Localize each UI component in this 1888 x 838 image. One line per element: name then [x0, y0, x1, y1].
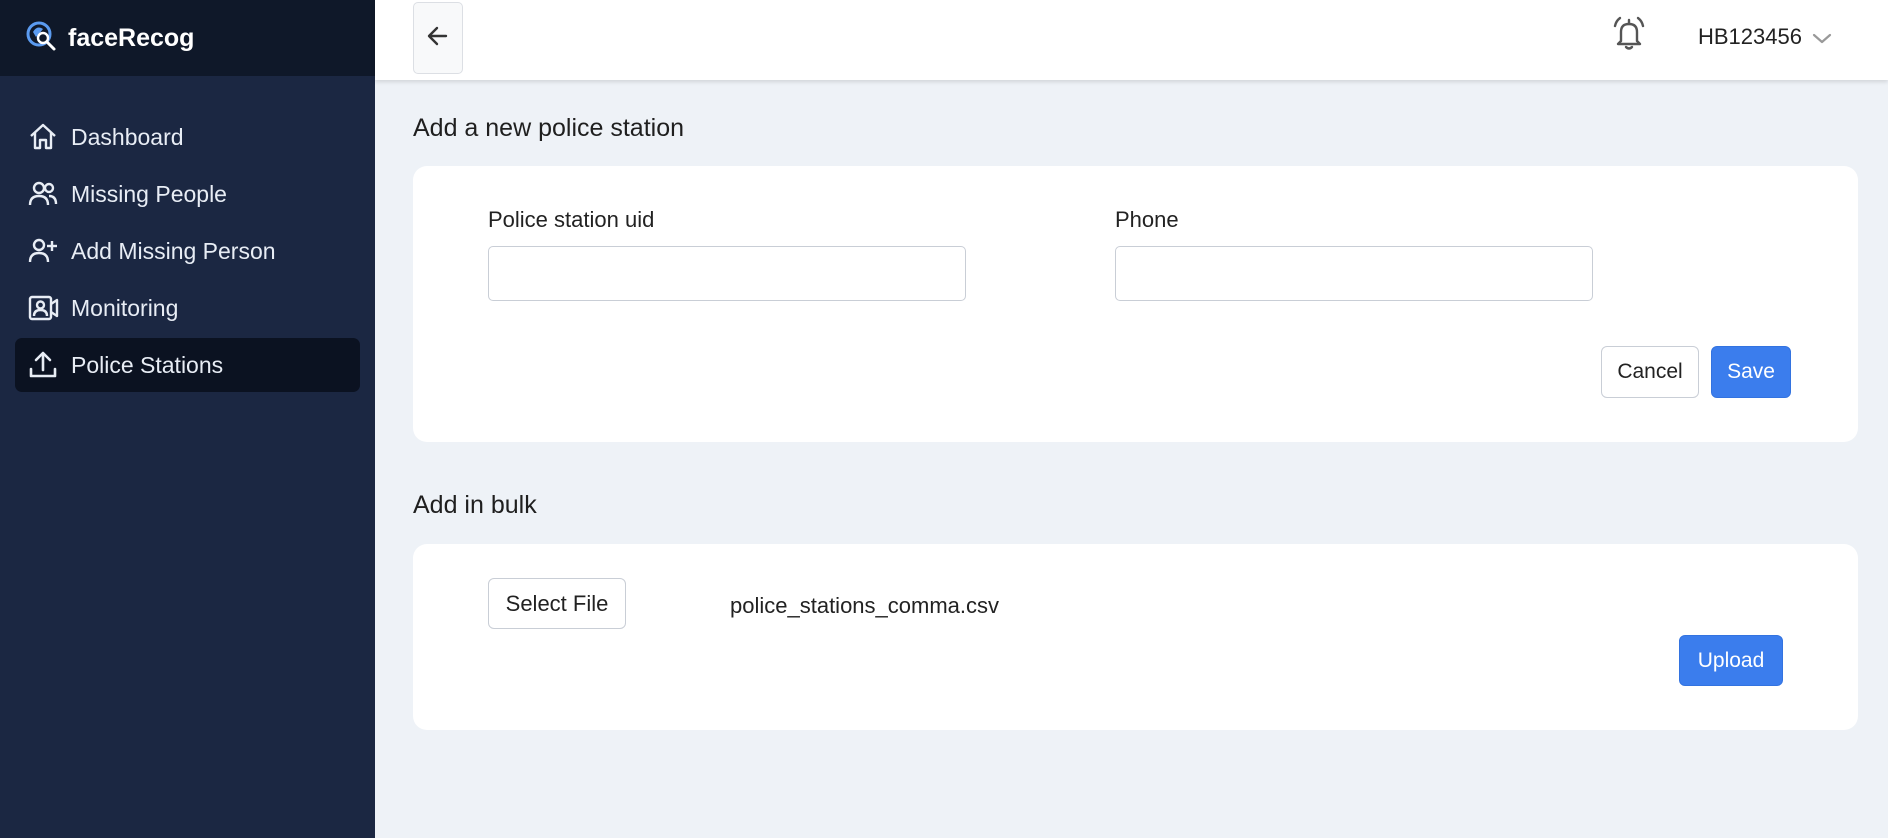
new-station-card: Police station uid Phone Cancel Save — [413, 166, 1858, 442]
phone-input[interactable] — [1115, 246, 1593, 301]
sidebar-item-label: Add Missing Person — [71, 237, 276, 264]
uid-input[interactable] — [488, 246, 966, 301]
chevron-down-icon[interactable] — [1810, 28, 1834, 48]
topbar: HB123456 — [375, 0, 1888, 80]
selected-filename: police_stations_comma.csv — [730, 593, 1000, 618]
brand[interactable]: faceRecog — [0, 0, 375, 76]
sidebar-item-label: Monitoring — [71, 294, 179, 321]
uid-label: Police station uid — [488, 207, 655, 232]
phone-label: Phone — [1115, 207, 1179, 232]
sidebar-item-police-stations[interactable]: Police Stations — [15, 338, 360, 392]
home-icon — [26, 120, 60, 154]
notification-bell-icon[interactable] — [1609, 14, 1649, 54]
bulk-card: Select File police_stations_comma.csv Up… — [413, 544, 1858, 730]
sidebar: faceRecog Dashboard Missing People Add M… — [0, 0, 375, 838]
sidebar-item-add-missing-person[interactable]: Add Missing Person — [15, 224, 360, 278]
video-contact-icon — [26, 291, 60, 325]
cancel-button[interactable]: Cancel — [1601, 346, 1699, 398]
select-file-button[interactable]: Select File — [488, 578, 626, 629]
user-menu[interactable]: HB123456 — [1698, 24, 1802, 50]
app-name: faceRecog — [68, 23, 195, 52]
sidebar-item-missing-people[interactable]: Missing People — [15, 167, 360, 221]
upload-button[interactable]: Upload — [1679, 635, 1783, 686]
bulk-title: Add in bulk — [413, 491, 537, 519]
page-title: Add a new police station — [413, 114, 685, 142]
back-button[interactable] — [413, 2, 463, 74]
sidebar-item-label: Police Stations — [71, 351, 224, 378]
sidebar-item-monitoring[interactable]: Monitoring — [15, 281, 360, 335]
sidebar-nav: Dashboard Missing People Add Missing Per… — [0, 76, 375, 392]
arrow-left-icon — [425, 23, 451, 54]
upload-icon — [26, 348, 60, 382]
logo-icon — [24, 19, 58, 58]
sidebar-item-label: Missing People — [71, 180, 227, 207]
sidebar-item-label: Dashboard — [71, 123, 184, 150]
people-icon — [26, 177, 60, 211]
sidebar-item-dashboard[interactable]: Dashboard — [15, 110, 360, 164]
save-button[interactable]: Save — [1711, 346, 1791, 398]
person-add-icon — [26, 234, 60, 268]
